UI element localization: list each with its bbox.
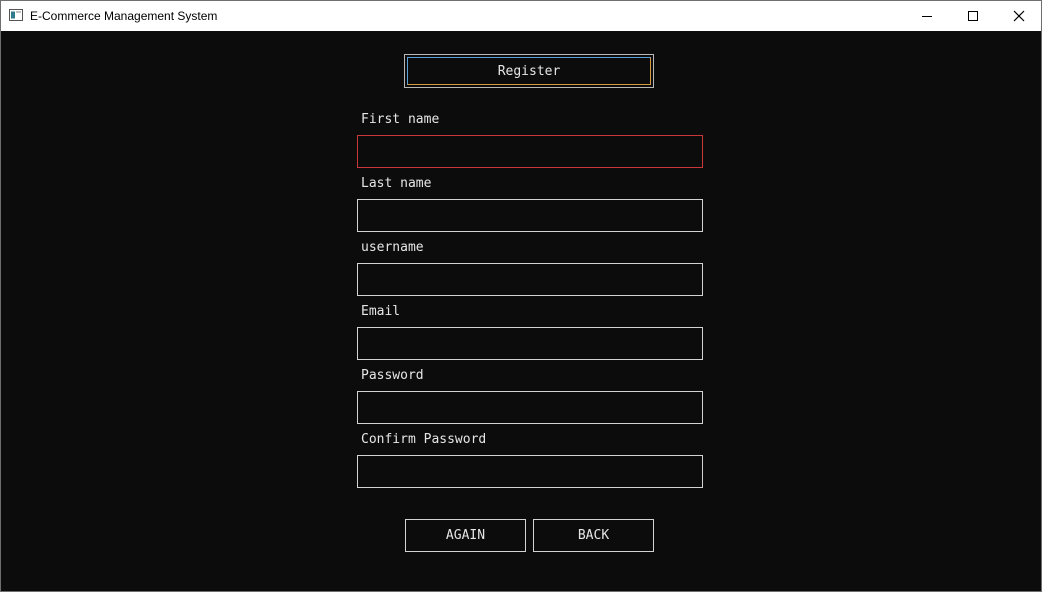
last-name-label: Last name xyxy=(361,176,432,191)
back-button-label: BACK xyxy=(577,528,610,543)
email-field[interactable] xyxy=(357,327,703,360)
close-button[interactable] xyxy=(996,1,1041,31)
first-name-field[interactable] xyxy=(357,135,703,168)
password-field[interactable] xyxy=(357,391,703,424)
first-name-label: First name xyxy=(361,112,440,127)
close-icon xyxy=(1013,10,1025,22)
register-label: Register xyxy=(497,63,561,79)
app-window: E-Commerce Management System Register Fi… xyxy=(0,0,1042,592)
email-label: Email xyxy=(361,304,401,319)
back-button[interactable]: BACK xyxy=(533,519,654,552)
username-label: username xyxy=(361,240,424,255)
again-button[interactable]: AGAIN xyxy=(405,519,526,552)
register-form: Register First name Last name username E… xyxy=(1,31,1041,591)
again-button-label: AGAIN xyxy=(445,528,486,543)
minimize-button[interactable] xyxy=(904,1,950,31)
password-label: Password xyxy=(361,368,424,383)
last-name-field[interactable] xyxy=(357,199,703,232)
register-button[interactable]: Register xyxy=(404,54,654,88)
maximize-button[interactable] xyxy=(950,1,996,31)
confirm-password-label: Confirm Password xyxy=(361,432,487,447)
confirm-password-field[interactable] xyxy=(357,455,703,488)
window-title: E-Commerce Management System xyxy=(30,9,218,23)
minimize-icon xyxy=(922,16,932,17)
username-field[interactable] xyxy=(357,263,703,296)
title-bar[interactable]: E-Commerce Management System xyxy=(1,1,1041,31)
app-icon xyxy=(9,9,23,21)
maximize-icon xyxy=(968,11,978,21)
